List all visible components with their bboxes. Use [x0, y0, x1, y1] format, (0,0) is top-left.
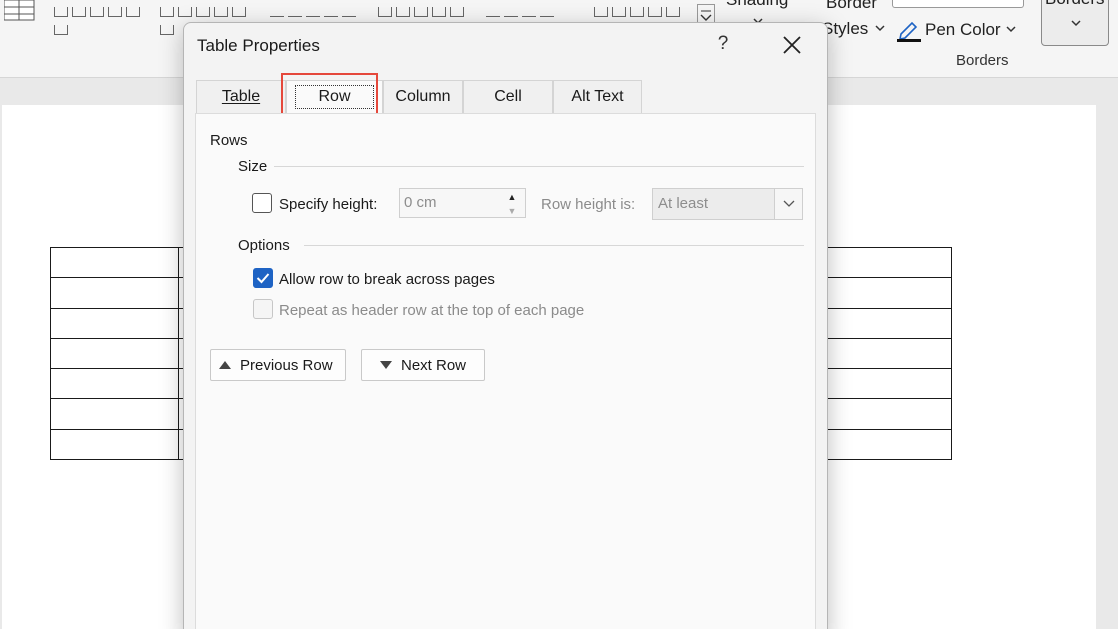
table-style-swatch[interactable]	[378, 4, 478, 20]
pen-color-label: Pen Color	[925, 20, 1001, 39]
chevron-down-icon	[1071, 20, 1081, 27]
tab-label: Table	[221, 88, 261, 105]
tab-label: Row	[295, 85, 374, 109]
size-heading: Size	[238, 158, 268, 175]
close-icon[interactable]	[780, 33, 804, 57]
row-height-spinner[interactable]: 0 cm ▲ ▼	[399, 188, 526, 218]
table-style-swatch[interactable]	[594, 4, 694, 20]
tab-alt-text[interactable]: Alt Text	[553, 80, 642, 113]
tab-row[interactable]: Row	[286, 80, 383, 113]
chevron-down-icon	[875, 25, 885, 32]
row-height-is-value: At least	[658, 195, 709, 212]
options-divider	[304, 245, 804, 246]
rows-heading: Rows	[210, 132, 248, 149]
shading-button[interactable]: Shading	[726, 0, 788, 10]
table-style-swatch[interactable]	[270, 4, 370, 20]
specify-height-checkbox[interactable]	[252, 193, 272, 213]
size-divider	[274, 166, 804, 167]
next-row-label: Next Row	[401, 356, 467, 374]
tab-cell[interactable]: Cell	[463, 80, 553, 113]
tab-column[interactable]: Column	[383, 80, 463, 113]
options-heading: Options	[238, 237, 290, 254]
borders-button[interactable]: Borders	[1041, 0, 1109, 46]
help-button[interactable]: ?	[711, 33, 735, 57]
triangle-down-icon	[380, 361, 392, 369]
border-styles-label-1: Border	[826, 0, 878, 12]
border-styles-button[interactable]: Border Styles	[822, 0, 886, 42]
allow-break-checkbox[interactable]	[253, 268, 273, 288]
previous-row-label: Previous Row	[240, 356, 333, 374]
table-style-swatch[interactable]	[486, 4, 586, 20]
chevron-down-icon	[1006, 26, 1016, 33]
pen-icon	[897, 21, 921, 42]
checkmark-icon	[256, 273, 270, 284]
tab-label: Cell	[494, 88, 522, 105]
repeat-header-checkbox	[253, 299, 273, 319]
shading-label: Shading	[726, 0, 788, 9]
pen-color-button[interactable]: Pen Color	[897, 18, 1017, 42]
dialog-title: Table Properties	[197, 36, 320, 55]
table-style-swatch[interactable]	[54, 4, 154, 35]
row-height-is-label: Row height is:	[541, 196, 636, 213]
pen-weight-box[interactable]	[892, 0, 1024, 8]
table-style-swatch[interactable]	[160, 4, 260, 35]
specify-height-label[interactable]: Specify height:	[279, 196, 377, 213]
borders-group-label: Borders	[956, 52, 1009, 69]
triangle-up-icon	[219, 361, 231, 369]
chevron-down-icon[interactable]	[774, 189, 802, 219]
tab-label: Alt Text	[571, 88, 624, 105]
spin-down-icon[interactable]: ▼	[501, 204, 523, 217]
tab-table[interactable]: Table	[196, 80, 286, 113]
table-properties-dialog: Table Properties ? Table Row Column Cell…	[183, 22, 828, 629]
row-tab-panel: Rows Size Specify height: 0 cm ▲ ▼ Row h…	[195, 113, 816, 629]
tab-bar: Table Row Column Cell Alt Text	[196, 80, 642, 113]
row-height-is-select[interactable]: At least	[652, 188, 803, 220]
tab-label: Column	[395, 88, 451, 105]
previous-row-button[interactable]: Previous Row	[210, 349, 346, 381]
table-grid-icon[interactable]	[4, 0, 36, 22]
row-height-value[interactable]: 0 cm	[404, 194, 437, 211]
border-styles-label-2: Styles	[822, 19, 869, 38]
borders-label: Borders	[1045, 0, 1105, 9]
spin-up-icon[interactable]: ▲	[501, 190, 523, 203]
repeat-header-label: Repeat as header row at the top of each …	[279, 302, 585, 319]
allow-break-label[interactable]: Allow row to break across pages	[279, 271, 495, 288]
next-row-button[interactable]: Next Row	[361, 349, 485, 381]
